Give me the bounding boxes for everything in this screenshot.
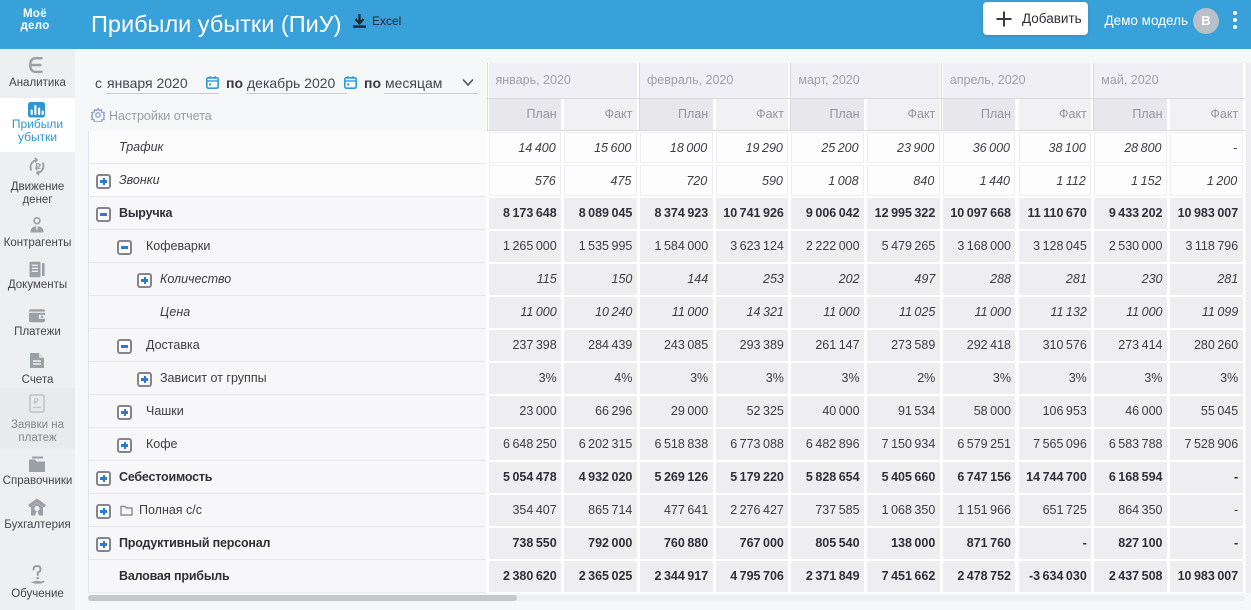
svg-text:₽: ₽ (34, 397, 39, 406)
svg-text:₽: ₽ (35, 162, 41, 172)
